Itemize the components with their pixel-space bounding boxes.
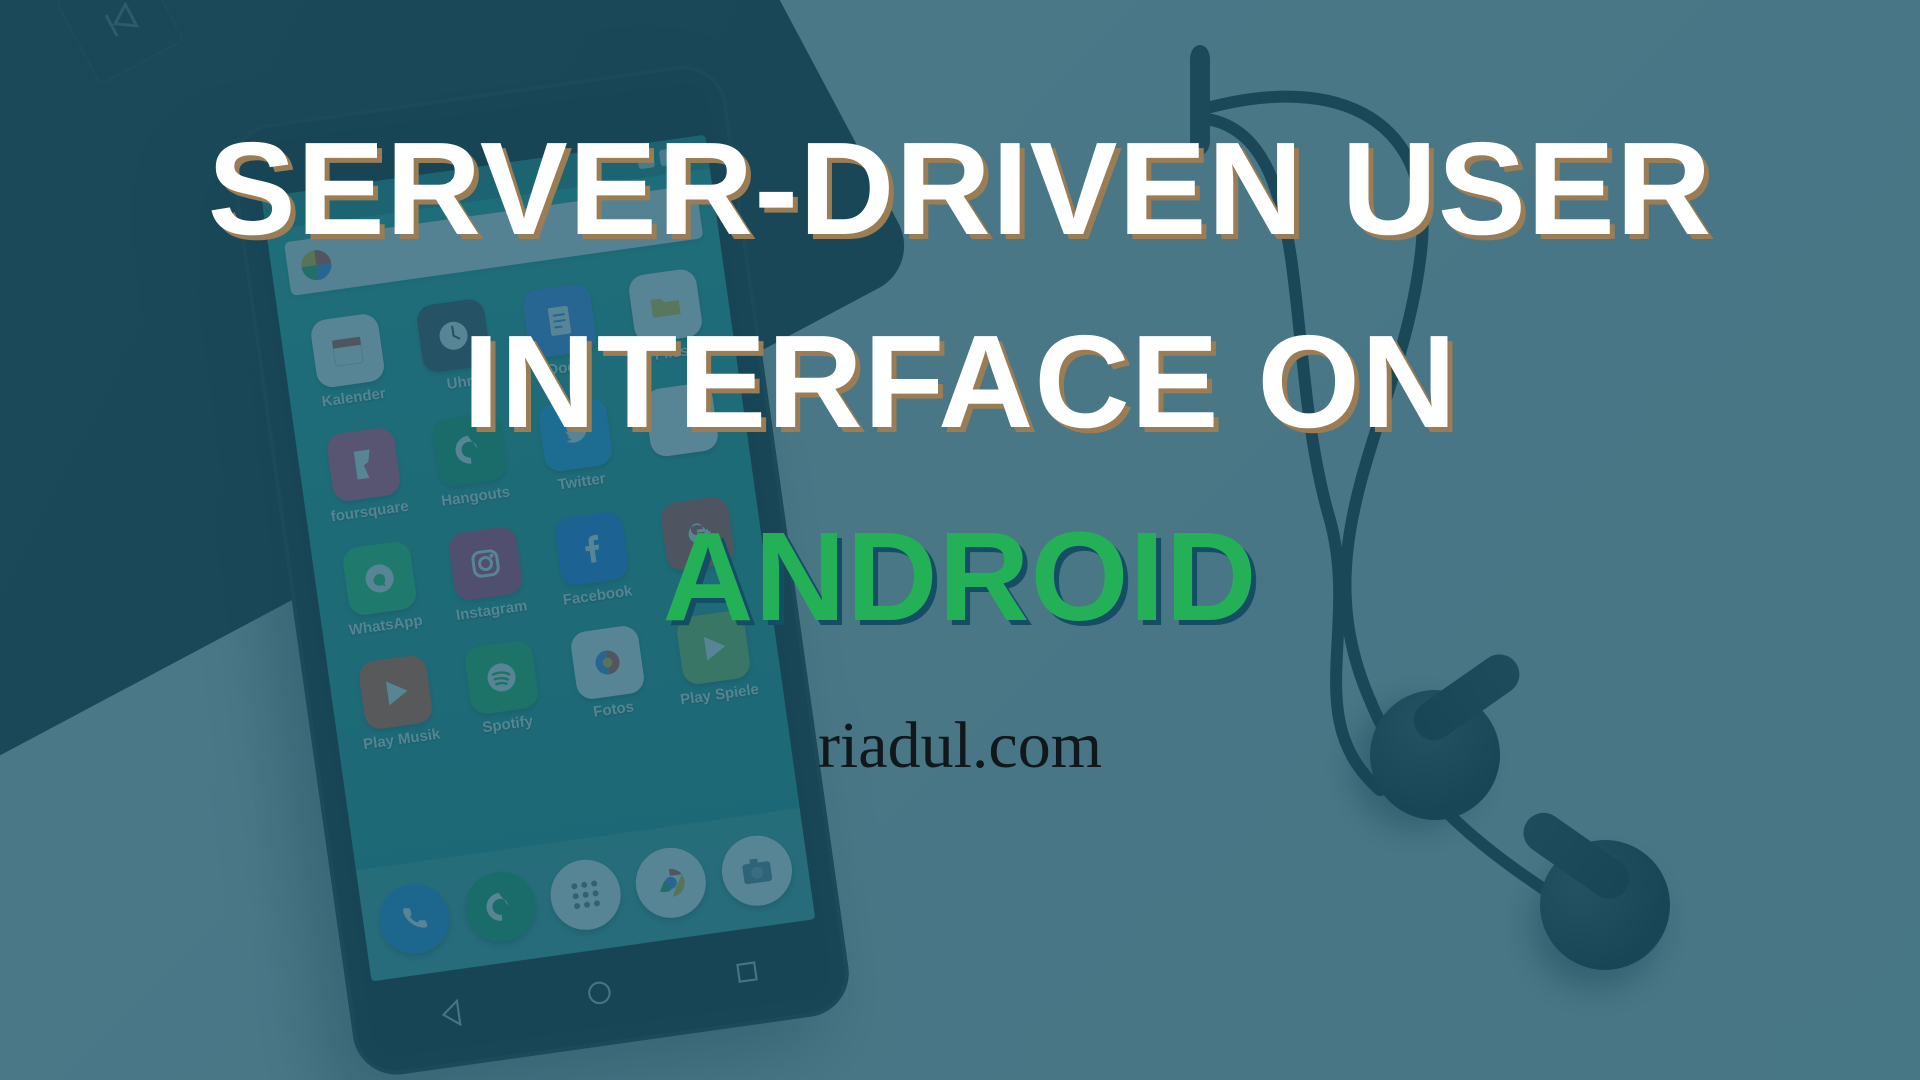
site-credit: riadul.com [818,713,1102,779]
headline-block: SERVER-DRIVEN USER INTERFACE ON ANDROID … [0,0,1920,1080]
headline-line-1: SERVER-DRIVEN USER [208,120,1713,259]
headline-line-3: ANDROID [663,511,1258,643]
headline-line-2: INTERFACE ON [463,313,1458,452]
